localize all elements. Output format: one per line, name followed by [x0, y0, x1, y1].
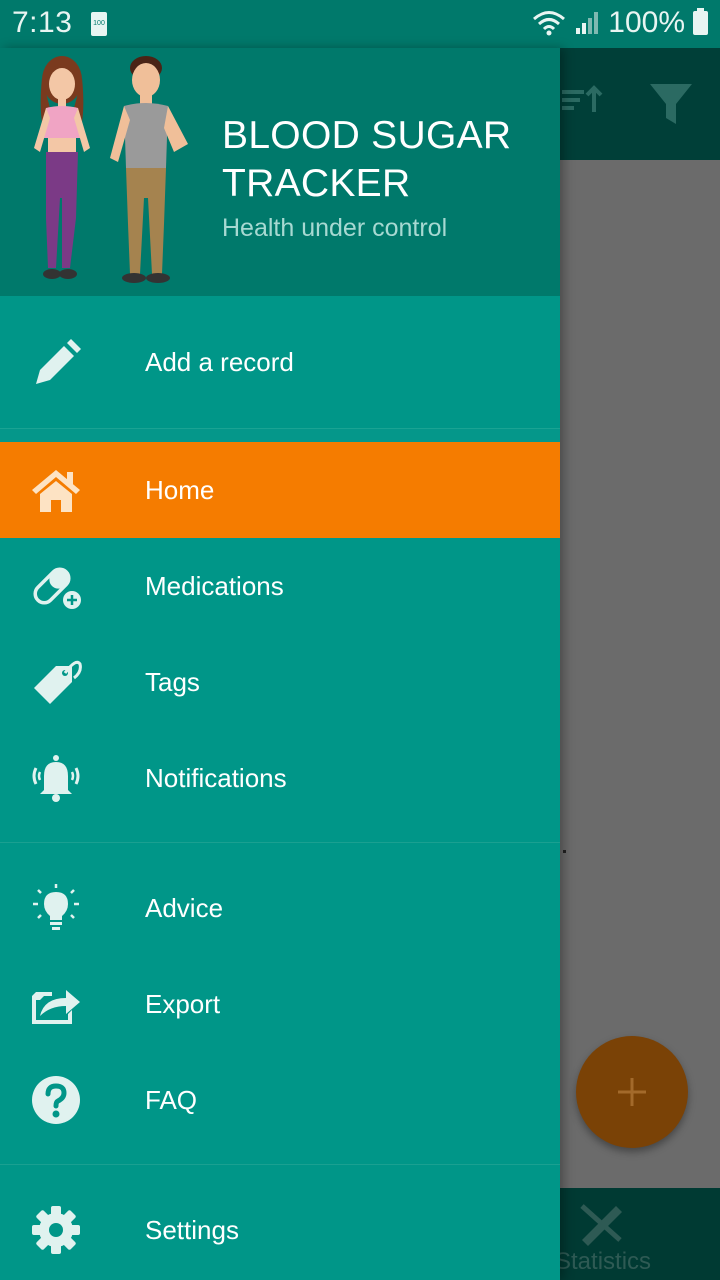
menu-item-label: Export [145, 989, 221, 1019]
divider [0, 1164, 560, 1165]
signal-icon [576, 12, 599, 34]
menu-item-label: Medications [145, 571, 284, 601]
tag-icon [34, 660, 82, 704]
home-icon [32, 470, 80, 512]
navigation-drawer: BLOOD SUGAR TRACKER Health under control… [0, 48, 560, 1280]
help-icon [32, 1076, 80, 1124]
app-subtitle: Health under control [222, 214, 448, 242]
menu-item-medications[interactable]: Medications [0, 538, 560, 634]
app-title: BLOOD SUGAR TRACKER [222, 114, 512, 205]
background-dot [563, 850, 566, 853]
menu-item-advice[interactable]: Advice [0, 860, 560, 956]
menu-item-home[interactable]: Home [0, 442, 560, 538]
bell-icon [32, 755, 80, 802]
drawer-header: BLOOD SUGAR TRACKER Health under control [0, 48, 560, 296]
menu-item-add-record[interactable]: Add a record [0, 314, 560, 410]
status-time: 7:13 [12, 6, 73, 39]
battery-saver-icon: 100 [91, 12, 107, 36]
mascots-illustration [34, 56, 188, 283]
status-bar: 7:13 100 100% [0, 0, 720, 48]
menu-item-label: FAQ [145, 1085, 198, 1115]
menu-item-faq[interactable]: FAQ [0, 1052, 560, 1148]
nav-statistics-label[interactable]: Statistics [555, 1248, 651, 1276]
menu-item-label: Settings [145, 1215, 239, 1245]
menu-item-export[interactable]: Export [0, 956, 560, 1052]
filter-icon[interactable] [648, 80, 694, 128]
status-right: 100% [532, 6, 708, 40]
pencil-icon [36, 339, 81, 384]
menu-item-label: Tags [145, 667, 200, 697]
divider [0, 842, 560, 843]
menu-item-label: Home [145, 475, 215, 505]
menu-item-tags[interactable]: Tags [0, 634, 560, 730]
menu-item-label: Notifications [145, 763, 287, 793]
battery-icon [693, 8, 708, 35]
divider [0, 428, 560, 443]
plus-icon [618, 1078, 646, 1106]
menu-item-label: Advice [145, 893, 224, 923]
gear-icon [32, 1206, 80, 1254]
menu-item-settings[interactable]: Settings [0, 1182, 560, 1278]
statistics-icon[interactable] [576, 1196, 626, 1246]
sort-icon[interactable] [560, 82, 604, 118]
menu-item-notifications[interactable]: Notifications [0, 730, 560, 826]
wifi-icon [533, 11, 566, 36]
export-icon [32, 990, 80, 1024]
battery-percent: 100% [608, 6, 685, 39]
menu-item-label: Add a record [145, 347, 294, 377]
add-fab-button[interactable] [576, 1036, 688, 1148]
pill-icon [33, 567, 81, 609]
lightbulb-icon [33, 884, 79, 930]
